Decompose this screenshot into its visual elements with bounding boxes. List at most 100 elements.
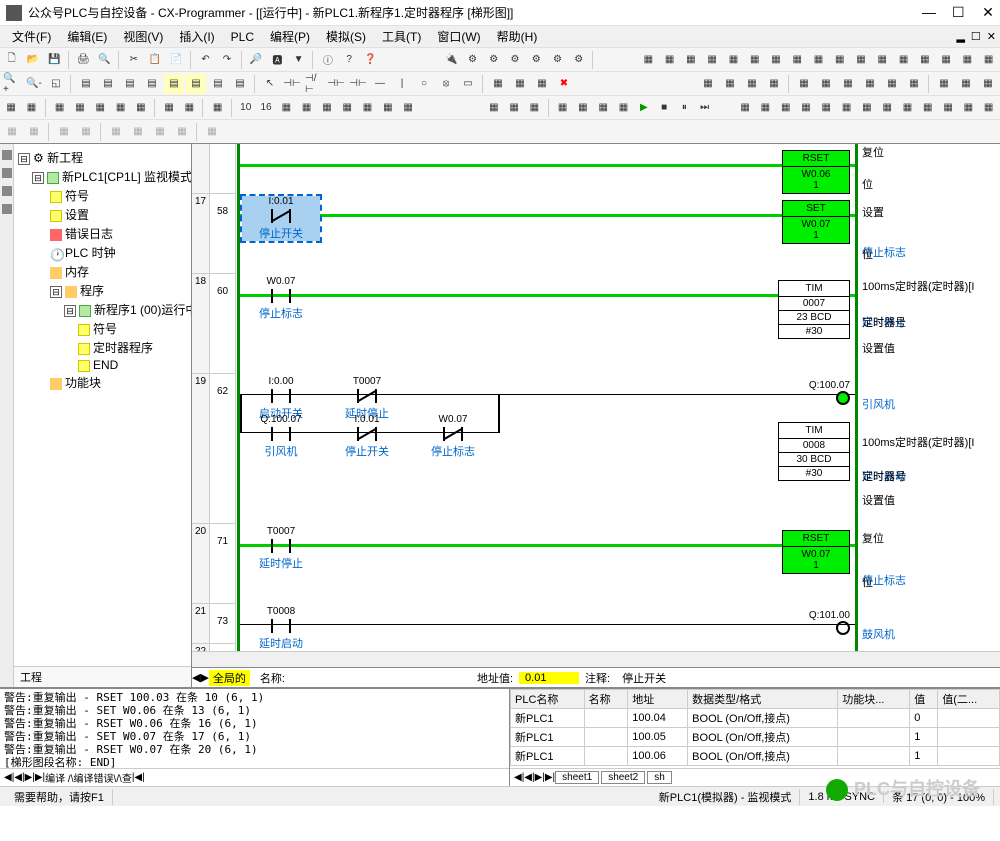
- tree-item[interactable]: 内存: [16, 262, 189, 281]
- tb-btn[interactable]: ▦: [318, 98, 336, 118]
- tb-btn[interactable]: ▦: [766, 50, 785, 70]
- tb-btn[interactable]: ▦: [277, 98, 295, 118]
- tb-btn[interactable]: ▦: [297, 98, 315, 118]
- tb-btn[interactable]: ▦: [898, 98, 916, 118]
- menu-plc[interactable]: PLC: [223, 28, 262, 46]
- mdi-restore-icon[interactable]: ▂: [956, 30, 964, 43]
- tree-item[interactable]: 定时器程序: [16, 338, 189, 357]
- tb-btn[interactable]: ▦: [979, 50, 998, 70]
- menu-help[interactable]: 帮助(H): [489, 26, 546, 47]
- tb-btn[interactable]: ▦: [882, 74, 902, 94]
- contact-no-icon[interactable]: ⊣⊢: [282, 74, 302, 94]
- tree-tab[interactable]: 工程: [14, 666, 191, 687]
- goto-icon[interactable]: ▼: [289, 50, 308, 70]
- side-icon[interactable]: [2, 186, 12, 196]
- watch-table[interactable]: PLC名称名称地址数据类型/格式功能块...值值(二...新PLC1100.04…: [510, 689, 1000, 768]
- redo-icon[interactable]: ↷: [217, 50, 236, 70]
- tb-btn[interactable]: ▦: [338, 98, 356, 118]
- instruction-box[interactable]: RSETW0.071: [782, 530, 850, 574]
- tb-btn[interactable]: ▦: [936, 50, 955, 70]
- pause-icon[interactable]: ⏸: [675, 98, 693, 118]
- tb-btn[interactable]: ▦: [71, 98, 89, 118]
- tb-btn[interactable]: ▦: [358, 98, 376, 118]
- tb-btn[interactable]: ▦: [777, 98, 795, 118]
- tb-btn[interactable]: ▤: [142, 74, 162, 94]
- tb-btn[interactable]: ▦: [208, 98, 226, 118]
- tree-item[interactable]: 错误日志: [16, 224, 189, 243]
- tb-btn[interactable]: ⚙: [569, 50, 588, 70]
- coil-nc-icon[interactable]: ⦻: [436, 74, 456, 94]
- online-icon[interactable]: 🔌: [442, 50, 461, 70]
- tb-btn[interactable]: ▦: [111, 98, 129, 118]
- replace-icon[interactable]: 🅰: [268, 50, 287, 70]
- tb-btn[interactable]: ▦: [742, 74, 762, 94]
- tree-item[interactable]: 符号: [16, 319, 189, 338]
- timer-box[interactable]: TIM000723 BCD#30: [778, 280, 850, 339]
- tb-btn[interactable]: ▦: [51, 98, 69, 118]
- tb-btn[interactable]: ▦: [106, 122, 126, 142]
- tb-btn[interactable]: ▦: [873, 50, 892, 70]
- contact[interactable]: T0008延时启动: [242, 606, 320, 651]
- info-icon[interactable]: ⓘ: [318, 50, 337, 70]
- tb-btn[interactable]: ▦: [878, 98, 896, 118]
- minimize-button[interactable]: —: [922, 4, 934, 21]
- tb-btn[interactable]: ✖: [554, 74, 574, 94]
- tb-btn[interactable]: ▦: [525, 98, 543, 118]
- tb-btn[interactable]: ▦: [764, 74, 784, 94]
- tb-btn[interactable]: ▦: [837, 98, 855, 118]
- tb-btn[interactable]: ▦: [54, 122, 74, 142]
- tb-btn[interactable]: ⚙: [505, 50, 524, 70]
- tb-btn[interactable]: ▦: [830, 50, 849, 70]
- menu-window[interactable]: 窗口(W): [429, 26, 488, 47]
- new-icon[interactable]: 🗋: [2, 50, 21, 70]
- tb-btn[interactable]: ▦: [202, 122, 222, 142]
- copy-icon[interactable]: 📋: [146, 50, 165, 70]
- output-tabs[interactable]: ◀|◀|▶|▶| 编译 /\编译错误\/\查 |◀|: [0, 768, 509, 786]
- tb-btn[interactable]: ⚙: [484, 50, 503, 70]
- save-icon[interactable]: 💾: [45, 50, 64, 70]
- tb-btn[interactable]: ▦: [510, 74, 530, 94]
- tb-btn[interactable]: ▦: [91, 98, 109, 118]
- tb-btn[interactable]: ▦: [860, 74, 880, 94]
- tb-btn[interactable]: ▦: [532, 74, 552, 94]
- mdi-max-icon[interactable]: ☐: [971, 30, 981, 43]
- tb-btn[interactable]: ▤: [186, 74, 206, 94]
- tb-btn[interactable]: ▤: [230, 74, 250, 94]
- tb-btn[interactable]: ▦: [553, 98, 571, 118]
- tb-btn[interactable]: ▦: [934, 74, 954, 94]
- side-icon[interactable]: [2, 204, 12, 214]
- tb-btn[interactable]: ▦: [720, 74, 740, 94]
- tree-item[interactable]: 符号: [16, 186, 189, 205]
- tb-btn[interactable]: ▦: [180, 98, 198, 118]
- tb-btn[interactable]: ▦: [574, 98, 592, 118]
- tb-btn[interactable]: ▦: [639, 50, 658, 70]
- contact[interactable]: I:0.01停止开关: [242, 196, 320, 241]
- tb-btn[interactable]: ▦: [838, 74, 858, 94]
- zoom-out-icon[interactable]: 🔍-: [24, 74, 44, 94]
- paste-icon[interactable]: 📄: [167, 50, 186, 70]
- menu-program[interactable]: 编程(P): [262, 26, 318, 47]
- preview-icon[interactable]: 🔍: [95, 50, 114, 70]
- tb-btn[interactable]: ▦: [128, 122, 148, 142]
- undo-icon[interactable]: ↶: [196, 50, 215, 70]
- ladder-hscroll[interactable]: [192, 651, 1000, 667]
- zoom-fit-icon[interactable]: ◱: [46, 74, 66, 94]
- print-icon[interactable]: 🖨: [74, 50, 93, 70]
- whatsthis-icon[interactable]: ❓: [361, 50, 380, 70]
- contact[interactable]: I:0.01停止开关: [328, 414, 406, 459]
- help-icon[interactable]: ?: [339, 50, 358, 70]
- line-h-icon[interactable]: —: [370, 74, 390, 94]
- tb-btn[interactable]: ⚙: [463, 50, 482, 70]
- open-icon[interactable]: 📂: [23, 50, 42, 70]
- tb-btn[interactable]: ▦: [919, 98, 937, 118]
- tb-btn[interactable]: ▦: [698, 74, 718, 94]
- tb-btn[interactable]: ▦: [22, 98, 40, 118]
- tb-btn[interactable]: ▦: [939, 98, 957, 118]
- contact-nc-icon[interactable]: ⊣/⊢: [304, 74, 324, 94]
- cut-icon[interactable]: ✂: [124, 50, 143, 70]
- tb-btn[interactable]: ▦: [858, 98, 876, 118]
- tb-btn[interactable]: ▦: [915, 50, 934, 70]
- tb-btn[interactable]: ▦: [485, 98, 503, 118]
- tb-btn[interactable]: ▦: [959, 98, 977, 118]
- menu-simulate[interactable]: 模拟(S): [318, 26, 374, 47]
